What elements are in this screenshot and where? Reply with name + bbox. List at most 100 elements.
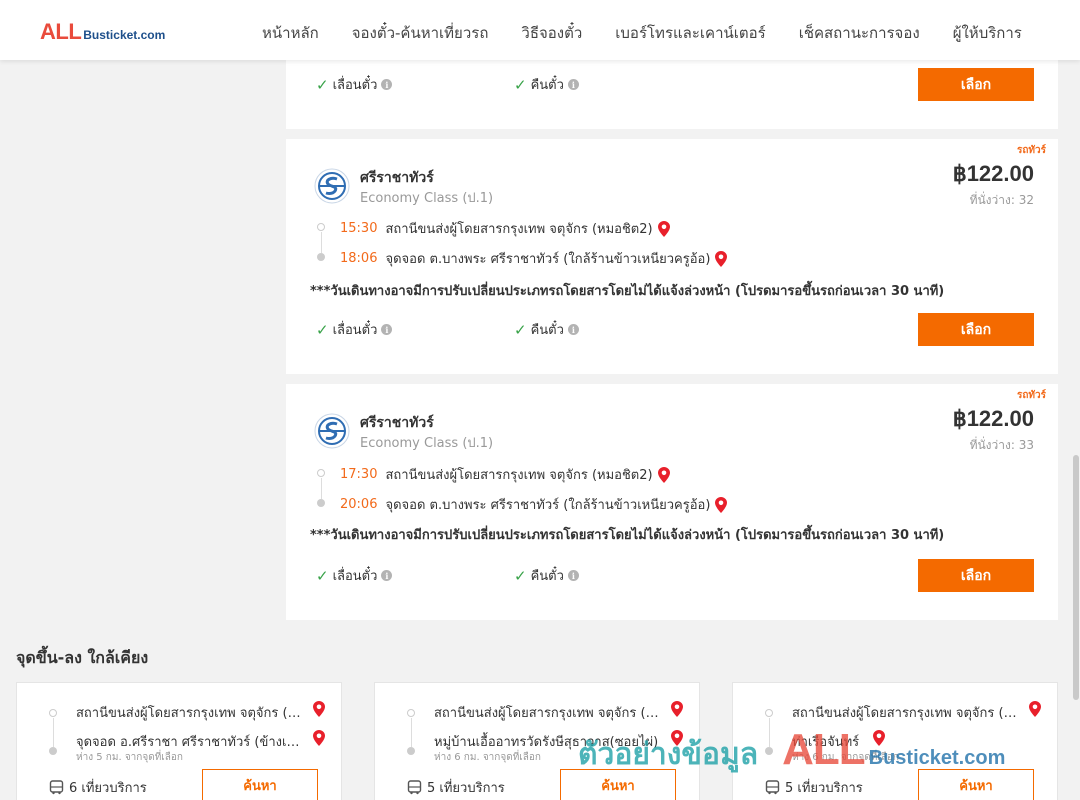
map-pin-icon[interactable] (715, 496, 728, 513)
logo-all: ALL (40, 19, 82, 44)
map-pin-icon[interactable] (671, 701, 683, 717)
arrival-place: จุดจอด ต.บางพระ ศรีราชาทัวร์ (ใกล้ร้านข้… (385, 252, 711, 267)
departure-time: 15:30 (340, 221, 378, 236)
departure-place: สถานีขนส่งผู้โดยสารกรุงเทพ จตุจักร (หมอช… (385, 222, 653, 237)
departure-time: 17:30 (340, 467, 378, 482)
nav-book-search[interactable]: จองตั๋ว-ค้นหาเที่ยวรถ (352, 21, 489, 45)
route-line (320, 232, 322, 253)
route-end-dot (407, 747, 415, 755)
nearby-distance: ห่าง 5 กม. จากจุดที่เลือก (76, 752, 183, 763)
arrival-time: 20:06 (340, 497, 378, 512)
feature-label: คืนตั๋ว (530, 78, 564, 93)
info-icon[interactable]: i (567, 324, 579, 335)
feature-refund-ticket: ✓ คืนตั๋ว i (514, 319, 579, 340)
search-button[interactable]: ค้นหา (560, 769, 676, 800)
arrival-place: จุดจอด ต.บางพระ ศรีราชาทัวร์ (ใกล้ร้านข้… (385, 498, 711, 513)
map-pin-icon[interactable] (671, 730, 683, 746)
info-icon[interactable]: i (567, 79, 579, 90)
nearby-section-title: จุดขึ้น-ลง ใกล้เคียง (16, 648, 149, 667)
route-end-dot (765, 747, 773, 755)
operator-logo-icon (314, 168, 350, 204)
operator-name: ศรีราชาทัวร์ (360, 415, 434, 431)
page-scrollbar[interactable] (1072, 60, 1080, 800)
info-icon[interactable]: i (381, 79, 393, 90)
route-line (52, 718, 54, 747)
route-line (768, 718, 770, 747)
nav-phone-counters[interactable]: เบอร์โทรและเคาน์เตอร์ (615, 21, 765, 45)
check-icon: ✓ (316, 566, 329, 585)
feature-label: คืนตั๋ว (530, 569, 564, 584)
route-line (410, 718, 412, 747)
map-pin-icon[interactable] (313, 701, 325, 717)
nearby-from: สถานีขนส่งผู้โดยสารกรุงเทพ จตุจักร (หมอช… (792, 706, 1022, 721)
site-logo[interactable]: ALL Busticket.com (40, 19, 165, 45)
trip-count-label: 5 เที่ยวบริการ (785, 781, 863, 796)
map-pin-icon[interactable] (313, 730, 325, 746)
nearby-route-card: สถานีขนส่งผู้โดยสารกรุงเทพ จตุจักร (หมอช… (374, 682, 700, 800)
select-button[interactable]: เลือก (918, 313, 1034, 346)
search-button[interactable]: ค้นหา (202, 769, 318, 800)
check-icon: ✓ (514, 566, 527, 585)
check-icon: ✓ (514, 75, 527, 94)
feature-change-ticket: ✓ เลื่อนตั๋ว i (316, 74, 393, 95)
feature-change-ticket: ✓ เลื่อนตั๋ว i (316, 319, 393, 340)
arrival-stop: 18:06 จุดจอด ต.บางพระ ศรีราชาทัวร์ (ใกล้… (340, 248, 728, 269)
map-pin-icon[interactable] (873, 730, 885, 746)
nearby-trip-count: 5 เที่ยวบริการ (407, 777, 505, 798)
nearby-trip-count: 6 เที่ยวบริการ (49, 777, 147, 798)
nav-check-status[interactable]: เช็คสถานะการจอง (799, 21, 920, 45)
feature-label: เลื่อนตั๋ว (332, 569, 378, 584)
nearby-to: ท่าเรือจันทร์ (792, 735, 860, 750)
select-button[interactable]: เลือก (918, 68, 1034, 101)
route-end-dot (317, 499, 325, 507)
feature-label: เลื่อนตั๋ว (332, 323, 378, 338)
nearby-route-card: สถานีขนส่งผู้โดยสารกรุงเทพ จตุจักร (หมอช… (732, 682, 1058, 800)
seat-class: Economy Class (ป.1) (360, 191, 494, 206)
feature-refund-ticket: ✓ คืนตั๋ว i (514, 74, 579, 95)
nearby-trip-count: 5 เที่ยวบริการ (765, 777, 863, 798)
map-pin-icon[interactable] (657, 220, 670, 237)
nearby-distance: ห่าง 6 กม. จากจุดที่เลือก (792, 752, 899, 763)
search-button[interactable]: ค้นหา (918, 769, 1034, 800)
map-pin-icon[interactable] (715, 250, 728, 267)
feature-label: เลื่อนตั๋ว (332, 78, 378, 93)
ticket-price: ฿122.00 (952, 406, 1034, 431)
route-start-dot (407, 709, 415, 717)
seats-available: ที่นั่งว่าง: 32 (969, 193, 1034, 207)
route-line (320, 478, 322, 499)
operator-name: ศรีราชาทัวร์ (360, 170, 434, 186)
arrival-time: 18:06 (340, 251, 378, 266)
main-nav: หน้าหลัก จองตั๋ว-ค้นหาเที่ยวรถ วิธีจองตั… (262, 21, 1022, 45)
departure-stop: 15:30 สถานีขนส่งผู้โดยสารกรุงเทพ จตุจักร… (340, 218, 670, 239)
nearby-route-card: สถานีขนส่งผู้โดยสารกรุงเทพ จตุจักร (หมอช… (16, 682, 342, 800)
nearby-distance: ห่าง 6 กม. จากจุดที่เลือก (434, 752, 541, 763)
departure-place: สถานีขนส่งผู้โดยสารกรุงเทพ จตุจักร (หมอช… (385, 468, 653, 483)
ticket-price: ฿122.00 (952, 161, 1034, 186)
map-pin-icon[interactable] (657, 466, 670, 483)
map-pin-icon[interactable] (1029, 701, 1041, 717)
trip-count-label: 6 เที่ยวบริการ (69, 781, 147, 796)
info-icon[interactable]: i (381, 324, 393, 335)
trip-card: รถทัวร์ ศรีราชาทัวร์ Economy Class (ป.1)… (286, 384, 1058, 620)
bus-icon (765, 780, 780, 795)
bus-type-tag: รถทัวร์ (1016, 390, 1046, 401)
nav-operators[interactable]: ผู้ให้บริการ (953, 21, 1022, 45)
route-start-dot (317, 469, 325, 477)
info-icon[interactable]: i (567, 570, 579, 581)
departure-stop: 17:30 สถานีขนส่งผู้โดยสารกรุงเทพ จตุจักร… (340, 464, 670, 485)
route-start-dot (765, 709, 773, 717)
check-icon: ✓ (316, 320, 329, 339)
nav-home[interactable]: หน้าหลัก (262, 21, 319, 45)
nearby-to: จุดจอด อ.ศรีราชา ศรีราชาทัวร์ (ข้างเซเว่… (76, 735, 306, 750)
nav-how-to-book[interactable]: วิธีจองตั๋ว (521, 21, 582, 45)
trip-count-label: 5 เที่ยวบริการ (427, 781, 505, 796)
info-icon[interactable]: i (381, 570, 393, 581)
nearby-to: หมู่บ้านเอื้ออาทรวัดรังษีสุธาวาส(ซอยไผ่) (434, 735, 659, 750)
arrival-stop: 20:06 จุดจอด ต.บางพระ ศรีราชาทัวร์ (ใกล้… (340, 494, 728, 515)
scrollbar-thumb[interactable] (1073, 455, 1079, 700)
select-button[interactable]: เลือก (918, 559, 1034, 592)
seats-available: ที่นั่งว่าง: 33 (969, 438, 1034, 452)
bus-icon (407, 780, 422, 795)
site-header: ALL Busticket.com หน้าหลัก จองตั๋ว-ค้นหา… (0, 0, 1080, 60)
operator-logo-icon (314, 413, 350, 449)
